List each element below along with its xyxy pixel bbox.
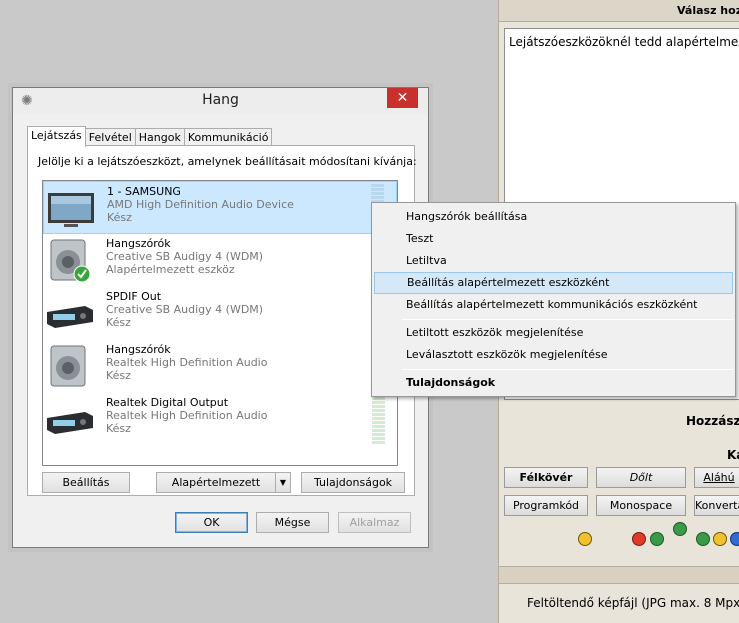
tab-playback[interactable]: Lejátszás [27,126,86,147]
set-default-button[interactable]: Alapértelmezett ▼ [156,472,291,493]
wink-smiley-icon[interactable] [713,532,727,546]
device-status: Kész [106,369,131,382]
menu-item-set-default-comm-device[interactable]: Beállítás alapértelmezett kommunikációs … [374,294,733,316]
configure-button[interactable]: Beállítás [42,472,130,493]
menu-item-set-default-device[interactable]: Beállítás alapértelmezett eszközként [374,272,733,294]
device-status: Kész [107,211,132,224]
device-driver: Realtek High Definition Audio [106,356,268,369]
forum-reply-header: Válasz hozz [499,0,739,22]
ok-button[interactable]: OK [175,512,248,533]
properties-button[interactable]: Tulajdonságok [301,472,405,493]
sound-dialog: ✺ Hang ✕ Lejátszás Felvétel Hangok Kommu… [12,87,429,548]
italic-button[interactable]: Dőlt [596,467,686,488]
device-name: Hangszórók [106,237,171,250]
context-menu: Hangszórók beállítása Teszt Letiltva Beá… [371,202,736,397]
menu-separator [402,319,733,320]
device-row-spdif-out[interactable]: SPDIF Out Creative SB Audigy 4 (WDM) Kés… [43,287,397,340]
apply-button[interactable]: Alkalmaz [338,512,411,533]
menu-item-show-disconnected[interactable]: Leválasztott eszközök megjelenítése [374,344,733,366]
menu-item-configure-speakers[interactable]: Hangszórók beállítása [374,206,733,228]
device-name: SPDIF Out [106,290,162,303]
set-default-label: Alapértelmezett [171,476,261,489]
digital-out-icon [47,412,93,434]
playback-panel: Jelölje ki a lejátszóeszközt, amelynek b… [27,145,417,496]
hat-smiley-icon[interactable] [673,522,687,536]
digital-out-icon [47,306,93,328]
forum-footer-bar [499,566,739,584]
bold-button[interactable]: Félkövér [504,467,588,488]
cancel-button[interactable]: Mégse [256,512,329,533]
configure-label: Beállítás [62,476,110,489]
menu-item-test[interactable]: Teszt [374,228,733,250]
upload-label: Feltöltendő képfájl (JPG max. 8 Mpx* [527,596,739,610]
menu-item-properties[interactable]: Tulajdonságok [374,372,733,394]
sick-smiley-icon[interactable] [696,532,710,546]
device-name: Hangszórók [106,343,171,356]
menu-item-show-disabled[interactable]: Letiltott eszközök megjelenítése [374,322,733,344]
device-name: 1 - SAMSUNG [107,185,181,198]
green-smiley-icon[interactable] [650,532,664,546]
level-meter [372,389,385,445]
device-driver: Creative SB Audigy 4 (WDM) [106,250,264,263]
forum-comment-label: Hozzász [686,414,739,428]
forum-ka-label: Ka [727,448,739,462]
device-status: Kész [106,422,131,435]
menu-separator [402,369,733,370]
device-driver: Creative SB Audigy 4 (WDM) [106,303,264,316]
smiley-icon[interactable] [578,532,592,546]
device-list[interactable]: 1 - SAMSUNG AMD High Definition Audio De… [42,180,398,466]
code-button[interactable]: Programkód [504,495,588,516]
device-driver: AMD High Definition Audio Device [107,198,294,211]
device-status: Kész [106,316,131,329]
device-row-realtek-digital[interactable]: Realtek Digital Output Realtek High Defi… [43,389,397,446]
close-button[interactable]: ✕ [387,88,418,108]
angry-smiley-icon[interactable] [632,532,646,546]
tab-bar: Lejátszás Felvétel Hangok Kommunikáció [27,126,273,147]
device-row-speakers-realtek[interactable]: Hangszórók Realtek High Definition Audio… [43,340,397,393]
device-row-samsung[interactable]: 1 - SAMSUNG AMD High Definition Audio De… [43,181,397,234]
instruction-text: Jelölje ki a lejátszóeszközt, amelynek b… [38,155,417,168]
device-name: Realtek Digital Output [106,396,229,409]
monospace-button[interactable]: Monospace [596,495,686,516]
dialog-title: Hang [202,92,239,108]
menu-item-disable[interactable]: Letiltva [374,250,733,272]
dropdown-arrow-icon[interactable]: ▼ [275,473,290,492]
titlebar[interactable]: ✺ Hang ✕ [13,88,428,114]
convert-button[interactable]: Konverta [694,495,739,516]
speaker-default-icon [50,239,91,283]
monitor-icon [48,193,94,227]
underline-button[interactable]: Aláhú [694,467,739,488]
device-row-speakers-default[interactable]: Hangszórók Creative SB Audigy 4 (WDM) Al… [43,234,397,287]
device-driver: Realtek High Definition Audio [106,409,268,422]
properties-label: Tulajdonságok [313,476,393,489]
device-status: Alapértelmezett eszköz [106,263,235,276]
speaker-icon [50,345,86,387]
blue-smiley-icon[interactable] [730,532,739,546]
